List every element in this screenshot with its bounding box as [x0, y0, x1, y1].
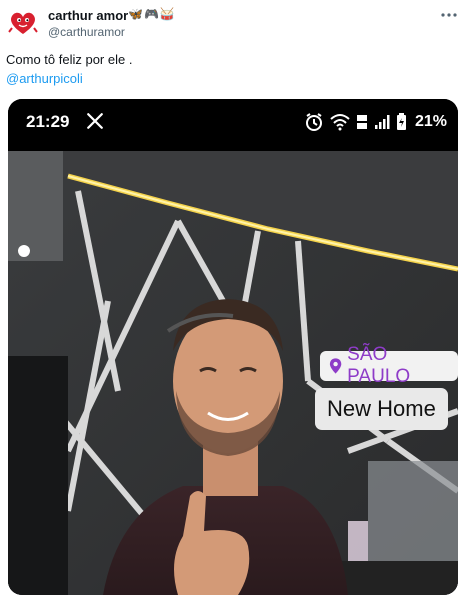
story-text-sticker: New Home — [315, 388, 448, 430]
battery-icon — [397, 113, 406, 130]
status-time: 21:29 — [26, 112, 70, 131]
status-icons: 21% — [304, 112, 447, 132]
battery-percentage: 21% — [415, 113, 448, 130]
wifi-icon — [330, 114, 350, 131]
mention-link[interactable]: @arthurpicoli — [6, 71, 83, 86]
tweet-media[interactable]: 21:29 21% SÃO PAULO New Home — [8, 99, 458, 595]
author-emojis: 🦋🎮🥁 — [128, 7, 176, 21]
alarm-icon — [306, 113, 322, 131]
author-name[interactable]: carthur amor — [48, 8, 128, 23]
author-avatar[interactable] — [6, 6, 40, 40]
story-photo: SÃO PAULO New Home — [8, 151, 458, 595]
more-horizontal-icon[interactable] — [440, 6, 458, 24]
volte-icon — [357, 115, 367, 129]
tweet-header: carthur amor 🦋🎮🥁 @carthuramor — [0, 0, 469, 48]
story-sticker-text: New Home — [327, 396, 436, 421]
author-handle[interactable]: @carthuramor — [48, 25, 125, 39]
story-location-text: SÃO PAULO — [347, 344, 411, 387]
signal-icon — [375, 115, 390, 129]
x-logo-icon — [87, 113, 103, 129]
story-location-sticker: SÃO PAULO — [320, 344, 458, 387]
heart-avatar-icon — [6, 6, 40, 40]
location-pin-icon — [329, 358, 342, 374]
phone-status-bar: 21:29 21% — [8, 99, 458, 151]
tweet-text: Como tô feliz por ele . — [6, 52, 133, 67]
